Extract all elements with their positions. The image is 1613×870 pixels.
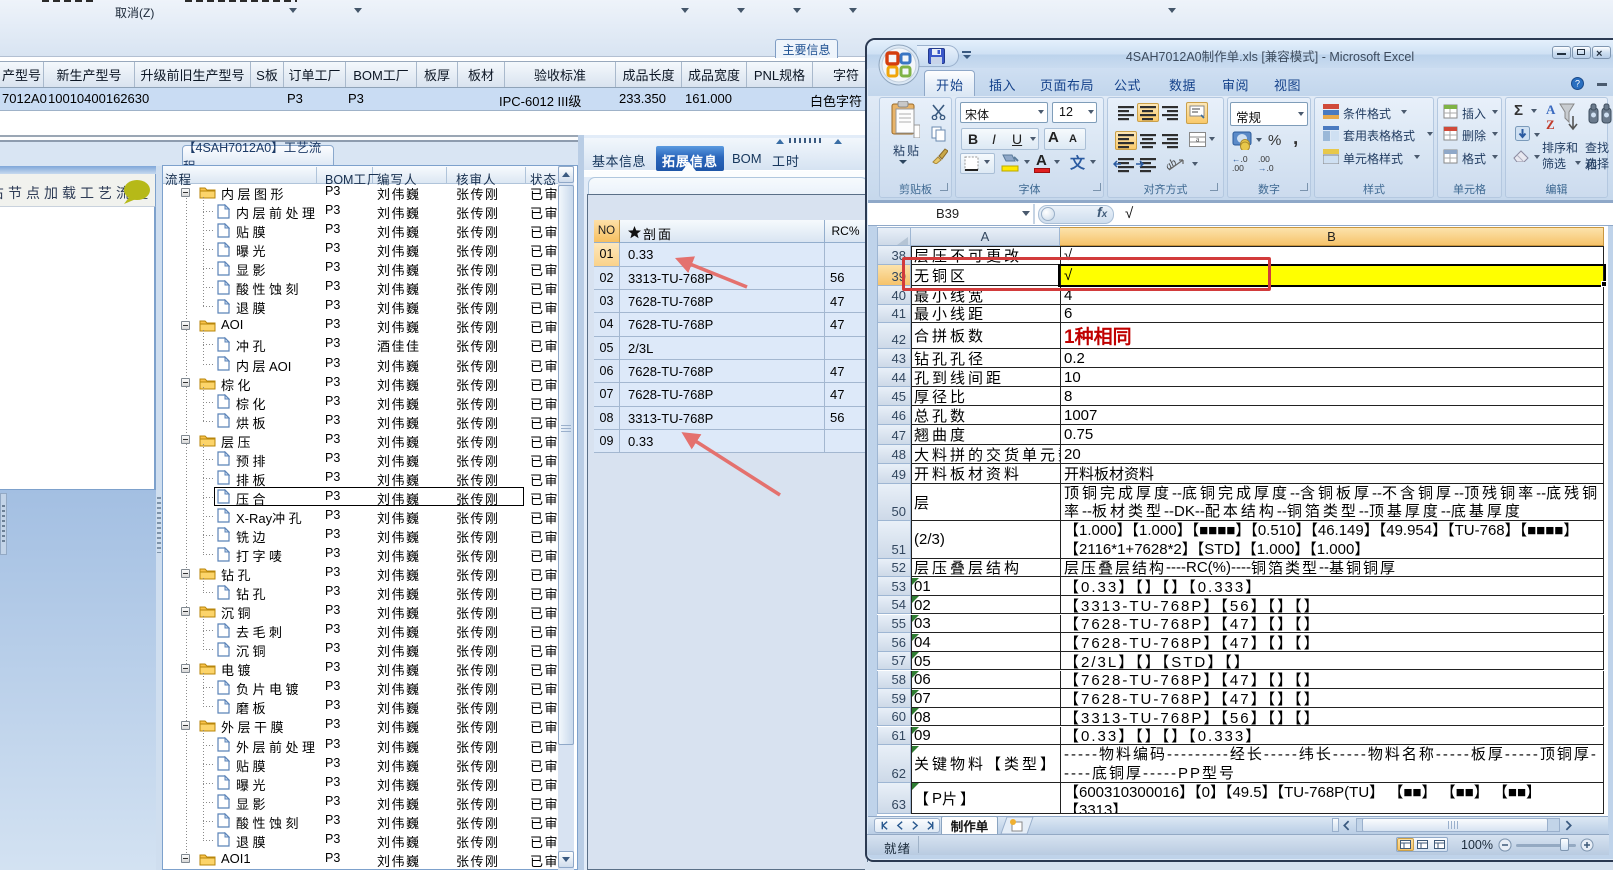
svg-text:?: ? (1575, 79, 1580, 89)
svg-text:Z: Z (1546, 117, 1555, 132)
svg-text:A: A (1546, 102, 1556, 117)
